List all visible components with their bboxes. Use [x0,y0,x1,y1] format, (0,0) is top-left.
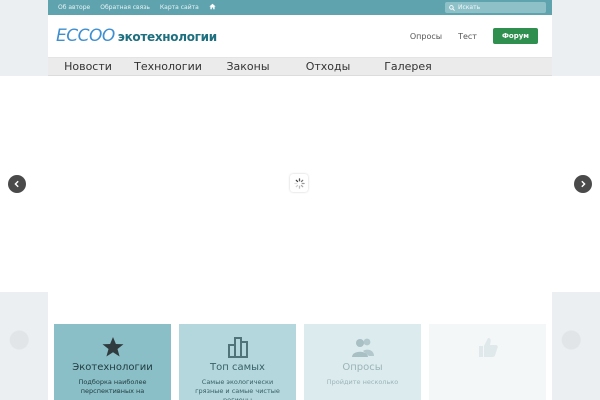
search-icon [449,4,455,11]
card-title: Опросы [342,362,383,373]
image-slider [0,76,600,292]
star-icon [102,337,123,357]
nav-item-technologies[interactable]: Технологии [128,60,208,73]
users-icon [351,338,374,357]
chevron-right-icon [581,180,586,188]
logo-main-text: ECCOO [56,26,115,46]
buildings-icon [227,337,248,358]
card-description: Подборка наиболее перспективных на [78,378,147,395]
site-header: ECCOO экотехнологии Опросы Тест Форум [48,15,552,58]
page-wrapper: Об авторе Обратная связь Карта сайта ECC… [48,0,552,76]
slider-next-button[interactable] [574,175,592,193]
nav-item-waste[interactable]: Отходы [288,60,368,73]
slider-prev-button[interactable] [8,175,26,193]
nav-item-news[interactable]: Новости [48,60,128,73]
polls-link[interactable]: Опросы [410,32,442,41]
header-links: Опросы Тест Форум [410,28,538,44]
logo-sub-text: экотехнологии [117,30,217,44]
thumbs-up-icon [478,338,498,357]
nav-item-gallery[interactable]: Галерея [368,60,448,73]
chevron-left-icon [14,180,19,188]
card-description: Пройдите несколько [326,378,399,386]
feedback-link[interactable]: Обратная связь [100,4,150,11]
feature-card-ecotech[interactable]: Экотехнологии Подборка наиболее перспект… [54,324,171,400]
feature-card-top[interactable]: Топ самых Самые экологически грязные и с… [179,324,296,400]
spinner-icon [293,177,305,189]
features-section: Экотехнологии Подборка наиболее перспект… [48,292,552,400]
forum-button[interactable]: Форум [492,28,538,44]
test-link[interactable]: Тест [458,32,477,41]
sitemap-link[interactable]: Карта сайта [160,4,199,11]
main-nav: Новости Технологии Законы Отходы Галерея [48,58,552,76]
card-title: Экотехнологии [72,362,153,373]
feature-card-polls[interactable]: Опросы Пройдите несколько [304,324,421,400]
feature-card-faded[interactable] [429,324,546,400]
home-icon [209,3,216,10]
card-title: Топ самых [210,362,265,373]
site-logo[interactable]: ECCOO экотехнологии [56,26,217,46]
home-link[interactable] [209,3,216,12]
top-utility-bar: Об авторе Обратная связь Карта сайта [48,0,552,15]
loading-spinner [290,174,308,192]
search-box [445,2,546,13]
nav-item-laws[interactable]: Законы [208,60,288,73]
card-description: Самые экологически грязные и самые чисты… [195,378,280,400]
search-input[interactable] [458,4,538,11]
about-author-link[interactable]: Об авторе [58,4,90,11]
